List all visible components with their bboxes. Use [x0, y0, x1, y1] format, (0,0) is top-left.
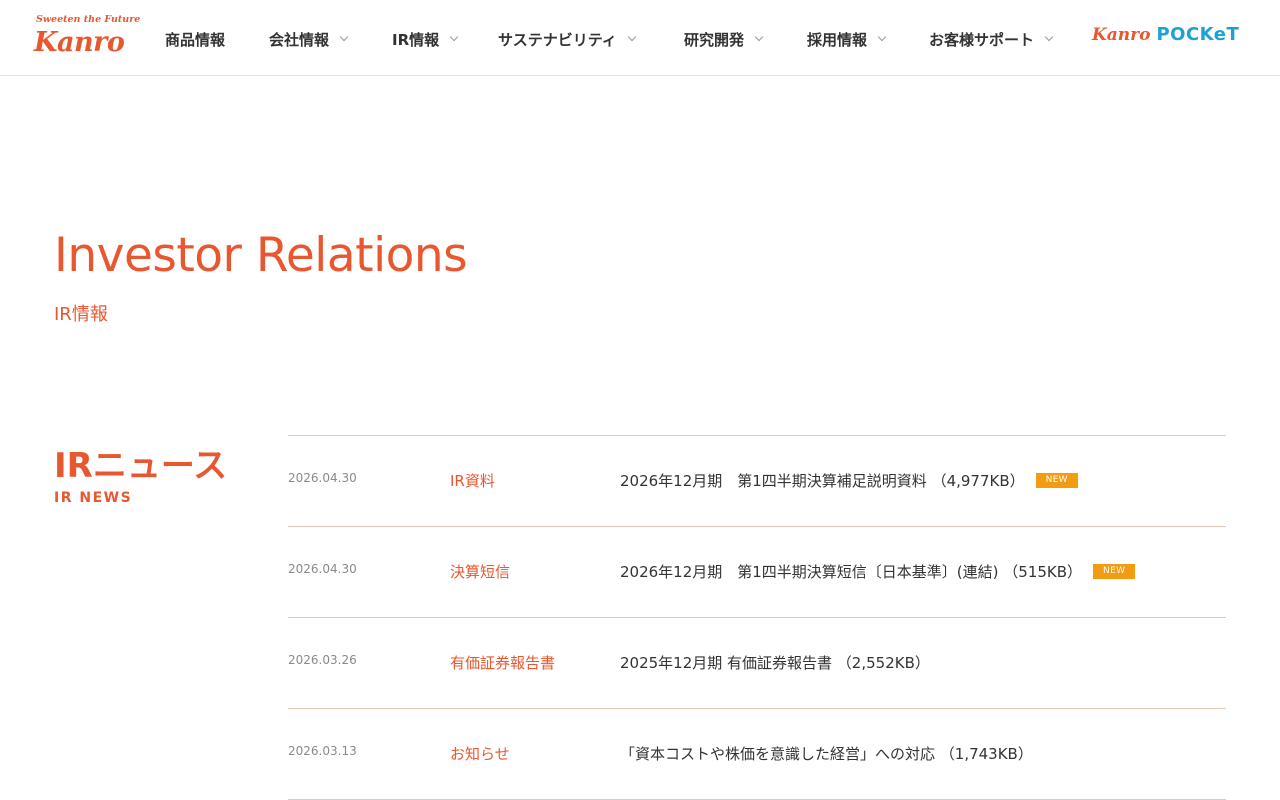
site-header: Sweeten the Future Kanro 商品情報 会社情報 IR情報 …: [0, 0, 1280, 76]
news-date: 2026.03.13: [288, 744, 357, 758]
nav-item-label: 商品情報: [165, 30, 226, 49]
news-title[interactable]: 2025年12月期 有価証券報告書 （2,552KB）: [620, 652, 930, 673]
news-category: IR資料: [450, 472, 495, 490]
new-badge: NEW: [1093, 564, 1136, 579]
news-item[interactable]: 2026.04.30 IR資料 2026年12月期 第1四半期決算補足説明資料 …: [288, 436, 1226, 527]
news-date: 2026.04.30: [288, 562, 357, 576]
nav-item-label: サステナビリティ: [498, 30, 617, 49]
news-item[interactable]: 2026.04.30 決算短信 2026年12月期 第1四半期決算短信〔日本基準…: [288, 527, 1226, 618]
nav-item-label: 研究開発: [684, 30, 745, 49]
new-badge: NEW: [1035, 473, 1078, 488]
news-title-wrap: 2026年12月期 第1四半期決算短信〔日本基準〕(連結) （515KB） NE…: [620, 561, 1136, 582]
news-title[interactable]: 2026年12月期 第1四半期決算短信〔日本基準〕(連結) （515KB）: [620, 561, 1082, 582]
news-category: お知らせ: [450, 745, 510, 763]
kanro-pocket-link[interactable]: Kanro POCKeT: [1092, 24, 1239, 52]
global-nav: 商品情報 会社情報 IR情報 サステナビリティ 研究開発 採用情報 お客様サポー…: [0, 0, 1080, 76]
nav-item-recruit[interactable]: 採用情報: [807, 27, 887, 51]
pocket-logo-brand: Kanro: [1092, 25, 1151, 45]
nav-item-company[interactable]: 会社情報: [269, 27, 349, 51]
page-subtitle: IR情報: [54, 304, 108, 325]
news-date: 2026.04.30: [288, 471, 357, 485]
nav-item-products[interactable]: 商品情報: [165, 27, 225, 51]
news-title[interactable]: 2026年12月期 第1四半期決算補足説明資料 （4,977KB）: [620, 470, 1025, 491]
news-item[interactable]: 2026.03.26 有価証券報告書 2025年12月期 有価証券報告書 （2,…: [288, 618, 1226, 709]
chevron-down-icon: [1044, 32, 1054, 42]
chevron-down-icon: [339, 32, 349, 42]
nav-item-support[interactable]: お客様サポート: [929, 27, 1054, 51]
nav-item-label: 採用情報: [807, 30, 868, 49]
news-category: 有価証券報告書: [450, 654, 556, 672]
nav-item-label: お客様サポート: [929, 30, 1035, 49]
news-heading: IRニュース: [54, 446, 228, 486]
news-title[interactable]: 「資本コストや株価を意識した経営」への対応 （1,743KB）: [620, 743, 1033, 764]
nav-item-research[interactable]: 研究開発: [684, 27, 764, 51]
chevron-down-icon: [877, 32, 887, 42]
news-title-wrap: 2025年12月期 有価証券報告書 （2,552KB）: [620, 652, 930, 673]
news-title-wrap: 2026年12月期 第1四半期決算補足説明資料 （4,977KB） NEW: [620, 470, 1078, 491]
pocket-logo-name: POCKeT: [1156, 24, 1240, 45]
nav-item-ir[interactable]: IR情報: [392, 27, 459, 51]
chevron-down-icon: [754, 32, 764, 42]
chevron-down-icon: [449, 32, 459, 42]
news-date: 2026.03.26: [288, 653, 357, 667]
news-list: 2026.04.30 IR資料 2026年12月期 第1四半期決算補足説明資料 …: [288, 435, 1226, 800]
news-subheading: IR NEWS: [54, 490, 133, 506]
nav-item-sustainability[interactable]: サステナビリティ: [498, 27, 637, 51]
nav-item-label: IR情報: [392, 30, 440, 49]
news-item[interactable]: 2026.03.13 お知らせ 「資本コストや株価を意識した経営」への対応 （1…: [288, 709, 1226, 800]
page-title: Investor Relations: [54, 228, 468, 283]
news-category: 決算短信: [450, 563, 511, 581]
nav-item-label: 会社情報: [269, 30, 330, 49]
news-title-wrap: 「資本コストや株価を意識した経営」への対応 （1,743KB）: [620, 743, 1033, 764]
chevron-down-icon: [627, 32, 637, 42]
